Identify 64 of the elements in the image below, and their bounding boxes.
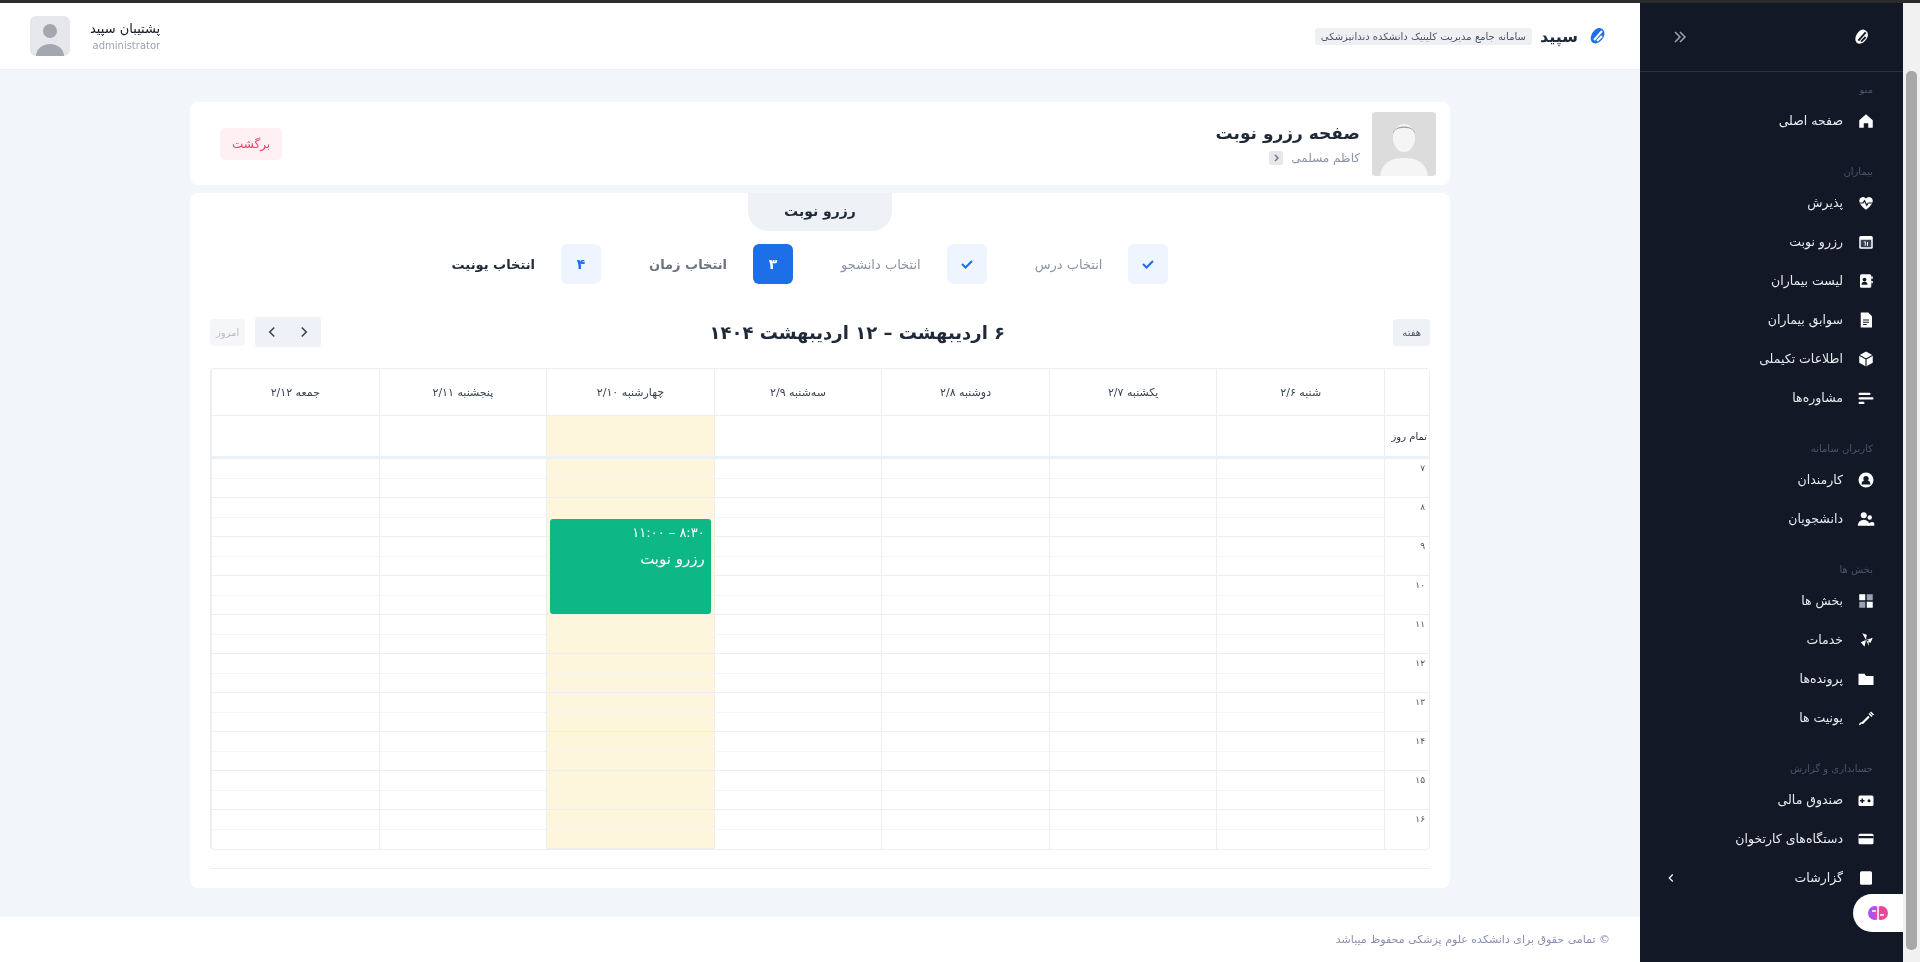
- day-header: شنبه ۲/۶: [1280, 385, 1322, 399]
- hour-label: ۷: [1420, 463, 1425, 473]
- section-title: کاربران سامانه: [1809, 442, 1874, 456]
- page-title: صفحه رزرو نوبت: [1215, 122, 1360, 143]
- section-title: حسابداری و گزارش: [1789, 762, 1874, 777]
- sidebar-item[interactable]: پذیرش: [1640, 183, 1903, 222]
- week-view-button[interactable]: هفته: [1393, 318, 1430, 346]
- user-name: پشتیبان سپید: [90, 21, 161, 36]
- step-indicator: ۳: [753, 244, 794, 284]
- sidebar-item[interactable]: بخش ها: [1640, 581, 1903, 620]
- step-label: انتخاب یونیت: [451, 256, 536, 272]
- scrollbar[interactable]: [1903, 3, 1920, 962]
- sidebar-item[interactable]: صفحه اصلی: [1640, 101, 1903, 140]
- sidebar-item[interactable]: مشاوره‌ها: [1640, 378, 1903, 417]
- day-header: چهارشنبه ۲/۱۰: [596, 385, 665, 399]
- users-icon: [1857, 509, 1875, 528]
- sidebar-item[interactable]: یونیت ها: [1640, 698, 1903, 737]
- section-title: منو: [1858, 83, 1874, 97]
- step-label: انتخاب دانشجو: [841, 256, 921, 272]
- sidebar-item[interactable]: لیست بیماران: [1640, 261, 1903, 300]
- hour-label: ۱۶: [1415, 814, 1425, 824]
- sidebar-item[interactable]: کارمندان: [1640, 460, 1903, 499]
- section-title: بخش ها: [1838, 563, 1874, 577]
- hour-label: ۱۰: [1415, 580, 1425, 590]
- brand-name: سپید: [1539, 26, 1578, 46]
- day-header: جمعه ۲/۱۲: [270, 385, 320, 399]
- calendar-title: ۶ اردیبهشت – ۱۲ اردیبهشت ۱۴۰۴: [709, 321, 1006, 343]
- person-silhouette: [1372, 111, 1436, 176]
- sidebar-item[interactable]: سوابق بیماران: [1640, 300, 1903, 339]
- hour-label: ۸: [1420, 502, 1425, 512]
- cube-icon: [1857, 349, 1875, 368]
- hour-label: ۱۴: [1415, 736, 1425, 746]
- sidebar-item[interactable]: دانشجویان: [1640, 499, 1903, 538]
- sidebar-item[interactable]: پرونده‌ها: [1640, 659, 1903, 698]
- sidebar-item[interactable]: صندوق مالی: [1640, 780, 1903, 819]
- all-day-label: تمام روز: [1391, 430, 1428, 442]
- hour-label: ۹: [1420, 541, 1425, 551]
- footer-copyright: © تمامی حقوق برای دانشکده علوم پزشکی محفوظ میباشد: [1335, 933, 1610, 946]
- day-header: یکشنبه ۲/۷: [1107, 385, 1159, 399]
- event-time: ۸:۳۰ – ۱۱:۰۰: [632, 525, 705, 540]
- day-header: دوشنبه ۲/۸: [940, 385, 992, 399]
- step-label: انتخاب زمان: [649, 256, 728, 272]
- day-header: پنجشنبه ۲/۱۱: [432, 385, 494, 399]
- hour-label: ۱۵: [1415, 775, 1425, 785]
- step-label: انتخاب درس: [1034, 256, 1103, 272]
- tagline-badge: سامانه جامع مدیریت کلینیک دانشکده دندانپزشکی: [1314, 27, 1532, 45]
- event-title: رزرو نوبت: [640, 550, 705, 568]
- step-indicator: ۴: [561, 244, 602, 284]
- sidebar-item[interactable]: خدمات: [1640, 620, 1903, 659]
- hour-label: ۱۲: [1415, 658, 1425, 668]
- sidebar-item[interactable]: دستگاه‌های کارتخوان: [1640, 819, 1903, 858]
- assistant-button[interactable]: [1853, 894, 1903, 932]
- grid-icon: [1857, 591, 1875, 610]
- contact-card-icon: [1857, 271, 1875, 290]
- hour-label: ۱۱: [1415, 619, 1425, 629]
- sidebar-item[interactable]: گزارشات: [1640, 858, 1903, 897]
- sidebar-item[interactable]: رزرو نوبت: [1640, 222, 1903, 261]
- day-header: سه‌شنبه ۲/۹: [770, 385, 826, 399]
- user-role: administrator: [91, 40, 161, 51]
- section-title: بیماران: [1842, 165, 1874, 179]
- user-icon: [1857, 470, 1875, 489]
- sidebar-item[interactable]: اطلاعات تکیملی: [1640, 339, 1903, 378]
- hour-label: ۱۳: [1415, 697, 1425, 707]
- tab[interactable]: رزرو نوبت: [748, 193, 892, 231]
